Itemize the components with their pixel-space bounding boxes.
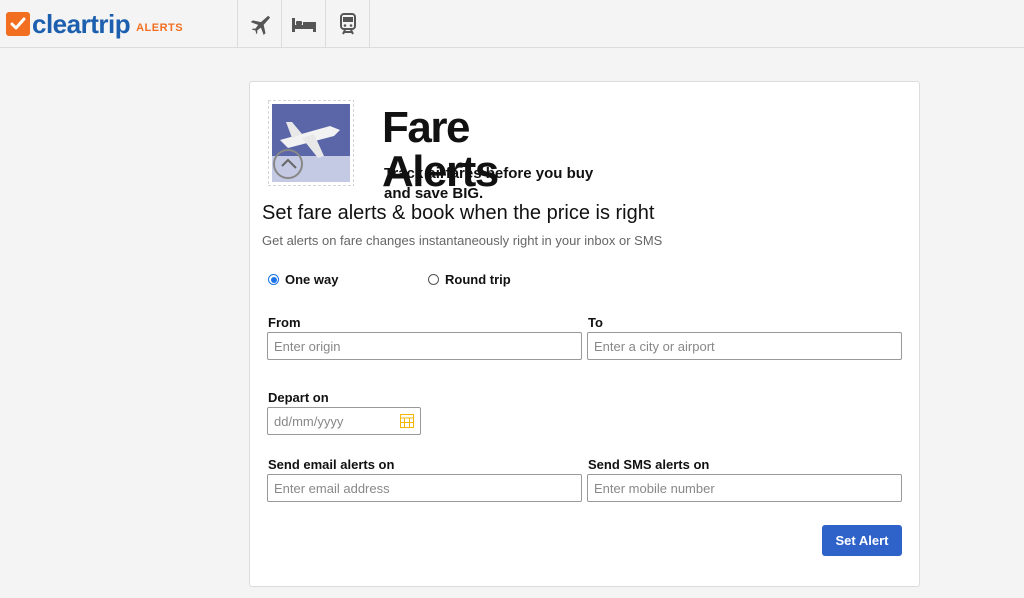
to-field[interactable] (587, 332, 902, 360)
tagline-line-1: Track airfares before you buy (384, 165, 594, 182)
hero-banner: Fare Alerts Track airfares before you bu… (262, 96, 593, 202)
page-subline: Get alerts on fare changes instantaneous… (262, 233, 663, 248)
checkmark-icon (6, 12, 30, 36)
fare-alert-card: Fare Alerts Track airfares before you bu… (249, 81, 920, 587)
set-alert-button[interactable]: Set Alert (822, 525, 902, 556)
page-headline: Set fare alerts & book when the price is… (262, 202, 655, 224)
calendar-icon[interactable] (400, 414, 414, 428)
radio-one-way[interactable]: One way (268, 272, 338, 287)
email-field[interactable] (267, 474, 582, 502)
radio-round-trip[interactable]: Round trip (428, 272, 511, 287)
to-label: To (588, 315, 603, 330)
depart-date-input[interactable] (274, 413, 384, 429)
email-label: Send email alerts on (268, 457, 395, 472)
sms-field[interactable] (587, 474, 902, 502)
email-input[interactable] (274, 480, 575, 496)
airplane-stamp-image (268, 100, 354, 186)
from-label: From (268, 315, 301, 330)
from-field[interactable] (267, 332, 582, 360)
radio-round-trip-label: Round trip (445, 272, 511, 287)
depart-label: Depart on (268, 390, 329, 405)
to-input[interactable] (594, 338, 895, 354)
from-input[interactable] (274, 338, 575, 354)
radio-one-way-label: One way (285, 272, 339, 287)
top-bar: cleartrip ALERTS (0, 0, 1024, 48)
nav-flights[interactable] (238, 0, 282, 48)
mobile-input[interactable] (594, 480, 895, 496)
tagline-line-2: and save BIG. (384, 185, 484, 202)
logo-text: cleartrip (32, 8, 131, 39)
nav-trains[interactable] (326, 0, 370, 48)
train-icon (339, 13, 356, 35)
airplane-icon (250, 15, 270, 35)
sms-label: Send SMS alerts on (588, 457, 710, 472)
nav-hotels[interactable] (282, 0, 326, 48)
hero-tagline: Track airfares before you buy and save B… (384, 164, 614, 204)
radio-dot-selected[interactable] (268, 274, 279, 285)
hotel-bed-icon (291, 18, 316, 32)
radio-dot[interactable] (428, 274, 439, 285)
cleartrip-logo[interactable]: cleartrip ALERTS (6, 8, 183, 40)
logo-subtext: ALERTS (136, 22, 184, 34)
product-nav (237, 0, 370, 48)
depart-field[interactable] (267, 407, 421, 435)
